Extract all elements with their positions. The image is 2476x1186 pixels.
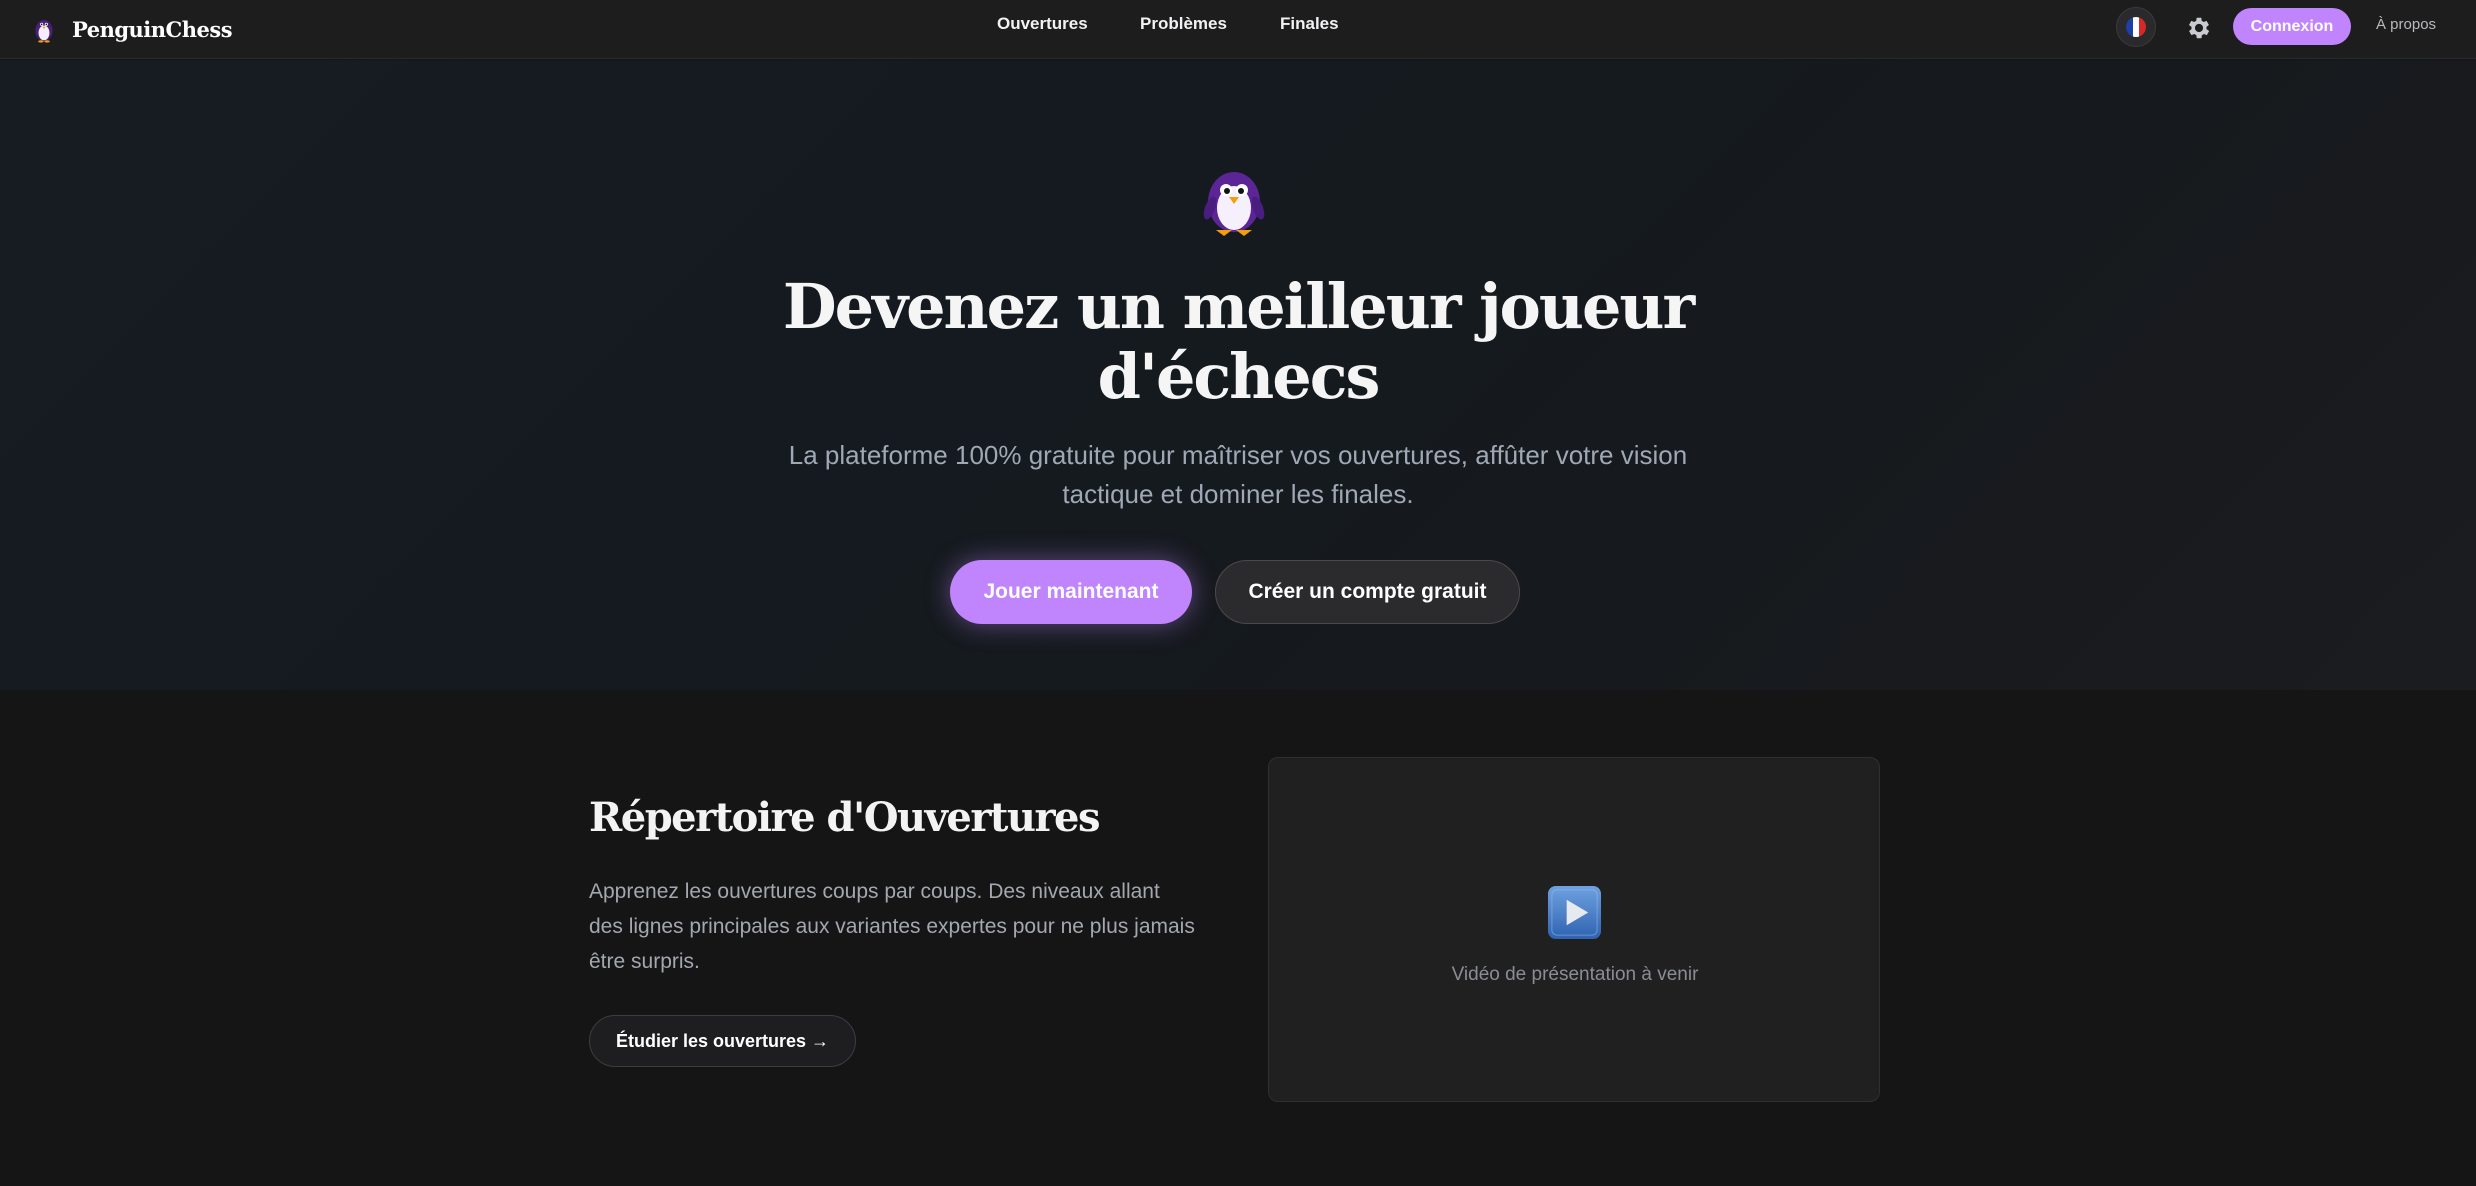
hero-title: Devenez un meilleur joueur d'échecs	[782, 270, 1695, 413]
video-placeholder-card: Vidéo de présentation à venir	[1268, 757, 1880, 1102]
language-selector-button[interactable]	[2116, 7, 2156, 47]
create-account-button[interactable]: Créer un compte gratuit	[1215, 560, 1520, 624]
about-link[interactable]: À propos	[2376, 16, 2436, 33]
study-openings-button[interactable]: Étudier les ouvertures →	[589, 1015, 856, 1067]
nav-link-problemes[interactable]: Problèmes	[1140, 14, 1230, 34]
brand-name: PenguinChess	[72, 16, 233, 42]
nav-link-ouvertures[interactable]: Ouvertures	[997, 14, 1088, 34]
settings-button[interactable]	[2184, 13, 2214, 43]
french-flag-icon	[2126, 17, 2146, 37]
play-now-button[interactable]: Jouer maintenant	[950, 560, 1192, 624]
gear-icon	[2188, 17, 2210, 39]
play-button-icon	[1547, 885, 1602, 940]
login-button[interactable]: Connexion	[2233, 8, 2351, 45]
brand-home-link[interactable]: PenguinChess	[30, 13, 233, 45]
feature-title: Répertoire d'Ouvertures	[589, 794, 1101, 841]
penguin-logo-icon	[35, 20, 53, 43]
openings-feature-section: Répertoire d'Ouvertures Apprenez les ouv…	[0, 690, 2476, 1186]
nav-link-finales[interactable]: Finales	[1280, 14, 1340, 34]
top-navigation-bar: PenguinChess Ouvertures Problèmes Finale…	[0, 0, 2476, 59]
hero-section: Devenez un meilleur joueur d'échecs La p…	[0, 60, 2476, 690]
feature-description: Apprenez les ouvertures coups par coups.…	[589, 880, 1195, 973]
video-caption: Vidéo de présentation à venir	[1451, 964, 1699, 985]
penguin-icon	[1203, 172, 1265, 236]
hero-subtitle: La plateforme 100% gratuite pour maîtris…	[788, 440, 1688, 509]
